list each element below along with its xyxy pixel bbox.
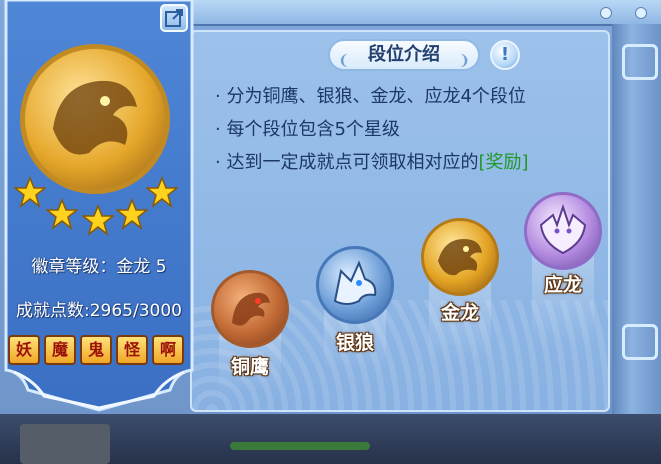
eagle-icon <box>211 270 289 348</box>
rule-line-3: · 达到一定成就点可领取相对应的[奖励] <box>215 148 529 174</box>
star-icon <box>46 198 78 230</box>
star-icon <box>116 198 148 230</box>
share-icon <box>165 9 183 27</box>
progress-bar <box>230 442 370 450</box>
share-button[interactable] <box>160 4 188 32</box>
title-tag[interactable]: 啊 <box>152 335 184 365</box>
star-icon <box>14 176 46 208</box>
scroll-ornament-icon: ❨ <box>338 53 350 69</box>
rule-line-3-text: · 达到一定成就点可领取相对应的 <box>215 152 479 173</box>
wolf-icon-art <box>333 260 377 305</box>
frame-ornament <box>600 7 612 19</box>
tier-gold-dragon[interactable]: 金龙 <box>415 212 505 362</box>
dragon-badge-icon <box>20 44 170 194</box>
winged-dragon-icon-art <box>539 203 587 255</box>
list-item <box>20 424 110 464</box>
dragon-icon-art <box>438 239 482 276</box>
intro-title: ❨ 段位介绍 ❩ <box>328 39 480 71</box>
star-icon <box>82 204 114 236</box>
badge-level: 徽章等级：金龙 5 <box>31 257 167 277</box>
intro-title-text: 段位介绍 <box>368 44 440 65</box>
scroll-ornament-icon: ❩ <box>458 53 470 69</box>
help-button[interactable]: ! <box>490 40 520 70</box>
tier-name: 应龙 <box>543 274 582 296</box>
reward-link[interactable]: [奖励] <box>478 152 528 173</box>
frame-ornament <box>635 7 647 19</box>
dragon-badge-art <box>53 80 137 155</box>
title-tag[interactable]: 鬼 <box>80 335 112 365</box>
wolf-icon <box>316 246 394 324</box>
eagle-icon-art <box>232 292 270 326</box>
right-frame <box>612 24 661 464</box>
title-tag[interactable]: 魔 <box>44 335 76 365</box>
achievement-points: 成就点数:2965/3000 <box>16 301 182 321</box>
tier-name: 银狼 <box>335 332 374 354</box>
tier-silver-wolf[interactable]: 银狼 <box>310 240 400 370</box>
frame-ornament <box>622 324 658 360</box>
exclamation-icon: ! <box>500 44 510 65</box>
background-list <box>0 414 661 464</box>
tier-name: 金龙 <box>440 302 479 324</box>
badge-banner: 徽章等级：金龙 5 成就点数:2965/3000 妖 魔 鬼 怪 啊 <box>4 0 194 412</box>
top-frame <box>170 0 661 26</box>
tier-name: 铜鹰 <box>230 356 269 378</box>
rule-line-2: · 每个段位包含5个星级 <box>215 119 400 140</box>
title-tag[interactable]: 怪 <box>116 335 148 365</box>
tier-copper-eagle[interactable]: 铜鹰 <box>205 262 295 392</box>
frame-ornament <box>622 44 658 80</box>
star-icon <box>146 176 178 208</box>
title-tag[interactable]: 妖 <box>8 335 40 365</box>
rule-line-1: · 分为铜鹰、银狼、金龙、应龙4个段位 <box>215 86 526 107</box>
dragon-icon <box>421 218 499 296</box>
tier-ying-dragon[interactable]: 应龙 <box>518 186 608 346</box>
winged-dragon-icon <box>524 192 602 270</box>
